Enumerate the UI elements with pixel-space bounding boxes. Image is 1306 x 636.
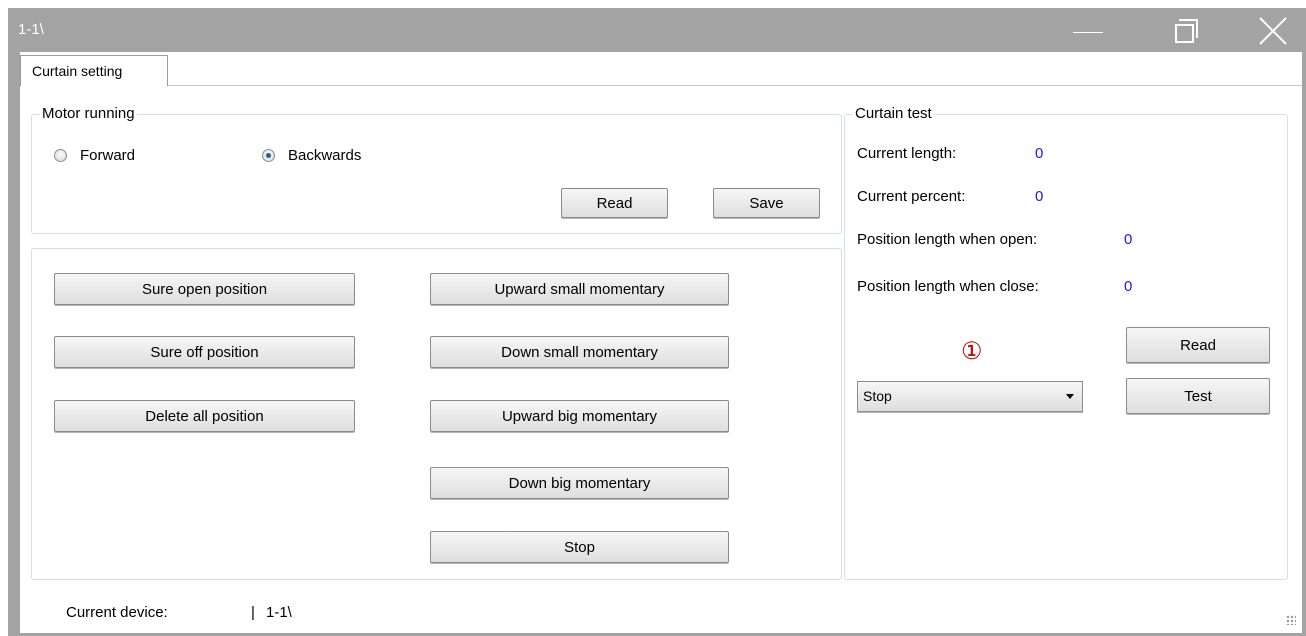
status-separator: |: [251, 604, 255, 621]
forward-radio[interactable]: [54, 149, 67, 162]
motor-save-button[interactable]: Save: [713, 188, 820, 218]
current-length-value: 0: [1035, 145, 1044, 162]
open-length-label: Position length when open:: [857, 231, 1038, 248]
close-length-value: 0: [1124, 278, 1133, 295]
current-device-value: 1-1\: [266, 604, 292, 621]
down-small-momentary-button[interactable]: Down small momentary: [430, 336, 729, 368]
test-mode-select[interactable]: Stop: [857, 381, 1083, 412]
app-window: 1-1\ Curtain setting Motor running Forwa…: [8, 8, 1306, 636]
main-content: Curtain setting Motor running Forward Ba…: [20, 52, 1302, 589]
dropdown-arrow-icon: [1066, 394, 1074, 399]
backwards-radio[interactable]: [262, 149, 275, 162]
test-mode-select-value: Stop: [863, 388, 892, 404]
current-percent-label: Current percent:: [857, 188, 966, 205]
status-bar: Current device: | 1-1\: [20, 589, 1302, 633]
window-title: 1-1\: [18, 21, 44, 38]
title-bar[interactable]: 1-1\: [8, 8, 1306, 52]
current-percent-value: 0: [1035, 188, 1044, 205]
annotation-marker: ①: [961, 337, 983, 365]
test-button[interactable]: Test: [1126, 378, 1270, 414]
stop-button[interactable]: Stop: [430, 531, 729, 563]
close-icon: [1259, 17, 1287, 45]
curtain-test-title: Curtain test: [853, 105, 934, 122]
minimize-button[interactable]: [1058, 8, 1108, 52]
upward-big-momentary-button[interactable]: Upward big momentary: [430, 400, 729, 432]
test-read-button[interactable]: Read: [1126, 327, 1270, 363]
close-length-label: Position length when close:: [857, 278, 1039, 295]
forward-label: Forward: [80, 147, 136, 164]
motor-running-group: Motor running Forward Backwards Read Sav…: [31, 105, 842, 234]
motor-running-title: Motor running: [40, 105, 137, 122]
sure-open-position-button[interactable]: Sure open position: [54, 273, 355, 305]
resize-grip-icon[interactable]: [1286, 615, 1296, 625]
current-device-label: Current device:: [66, 604, 168, 621]
current-length-label: Current length:: [857, 145, 957, 162]
open-length-value: 0: [1124, 231, 1133, 248]
down-big-momentary-button[interactable]: Down big momentary: [430, 467, 729, 499]
delete-all-position-button[interactable]: Delete all position: [54, 400, 355, 432]
forward-radio-option[interactable]: Forward: [54, 147, 135, 164]
close-button[interactable]: [1248, 8, 1298, 52]
backwards-radio-option[interactable]: Backwards: [262, 147, 361, 164]
motor-read-button[interactable]: Read: [561, 188, 668, 218]
maximize-button[interactable]: [1158, 8, 1208, 52]
sure-off-position-button[interactable]: Sure off position: [54, 336, 355, 368]
upward-small-momentary-button[interactable]: Upward small momentary: [430, 273, 729, 305]
backwards-label: Backwards: [288, 147, 362, 164]
positions-group: Sure open position Sure off position Del…: [31, 248, 842, 580]
tab-curtain-setting[interactable]: Curtain setting: [20, 55, 168, 86]
curtain-test-group: Curtain test Current length: 0 Current p…: [844, 105, 1288, 580]
